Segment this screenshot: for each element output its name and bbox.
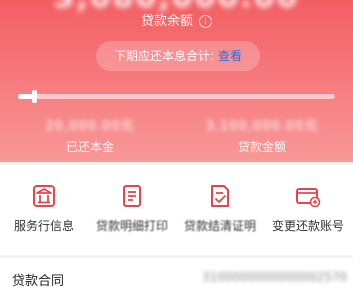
repaid-principal-stat: 20,000.00元 已还本金	[20, 115, 160, 155]
loan-contract-number: 3100000000000002570	[201, 270, 347, 284]
service-change-account[interactable]: 变更还款账号	[264, 165, 352, 255]
repayment-progress-knob	[32, 90, 37, 103]
service-statement-print-label: 贷款明细打印	[95, 219, 168, 233]
service-branch-info[interactable]: 服务行信息	[0, 165, 88, 255]
next-payment-pill[interactable]: 下期应还本息合计: 查看	[96, 41, 260, 71]
certificate-check-icon	[211, 185, 229, 207]
repayment-progress-bar	[18, 90, 335, 103]
service-settlement-proof-label: 贷款结清证明	[183, 219, 256, 233]
loan-summary-header: 3,080,000.00 贷款余额i 下期应还本息合计:查看 20,000.00…	[0, 0, 353, 162]
loan-amount-value: 3,100,000.00元	[205, 119, 319, 134]
service-settlement-proof[interactable]: 贷款结清证明	[176, 165, 264, 255]
service-change-account-label: 变更还款账号	[271, 219, 344, 233]
loan-amount-label: 贷款金额	[237, 140, 286, 154]
loan-balance-label-row: 贷款余额 i	[0, 10, 353, 29]
repaid-principal-value: 20,000.00元	[45, 119, 135, 134]
service-branch-info-label: 服务行信息	[13, 219, 74, 233]
card-add-icon	[296, 188, 321, 208]
view-next-payment-link[interactable]: 查看	[218, 49, 242, 63]
document-print-icon	[123, 185, 141, 207]
service-grid: 服务行信息 贷款明细打印 贷款结清证明 变更还款账号	[0, 165, 353, 255]
next-payment-label: 下期应还本息合计:	[113, 49, 215, 63]
loan-balance-label: 贷款余额	[140, 14, 193, 29]
repaid-principal-label: 已还本金	[65, 140, 114, 154]
service-statement-print[interactable]: 贷款明细打印	[88, 165, 176, 255]
info-icon[interactable]: i	[199, 15, 212, 28]
bank-building-icon	[33, 185, 55, 207]
loan-contract-label: 贷款合同	[12, 274, 65, 289]
loan-amount-stat: 3,100,000.00元 贷款金额	[192, 115, 332, 155]
loan-contract-row[interactable]: 贷款合同 3100000000000002570	[0, 258, 353, 303]
